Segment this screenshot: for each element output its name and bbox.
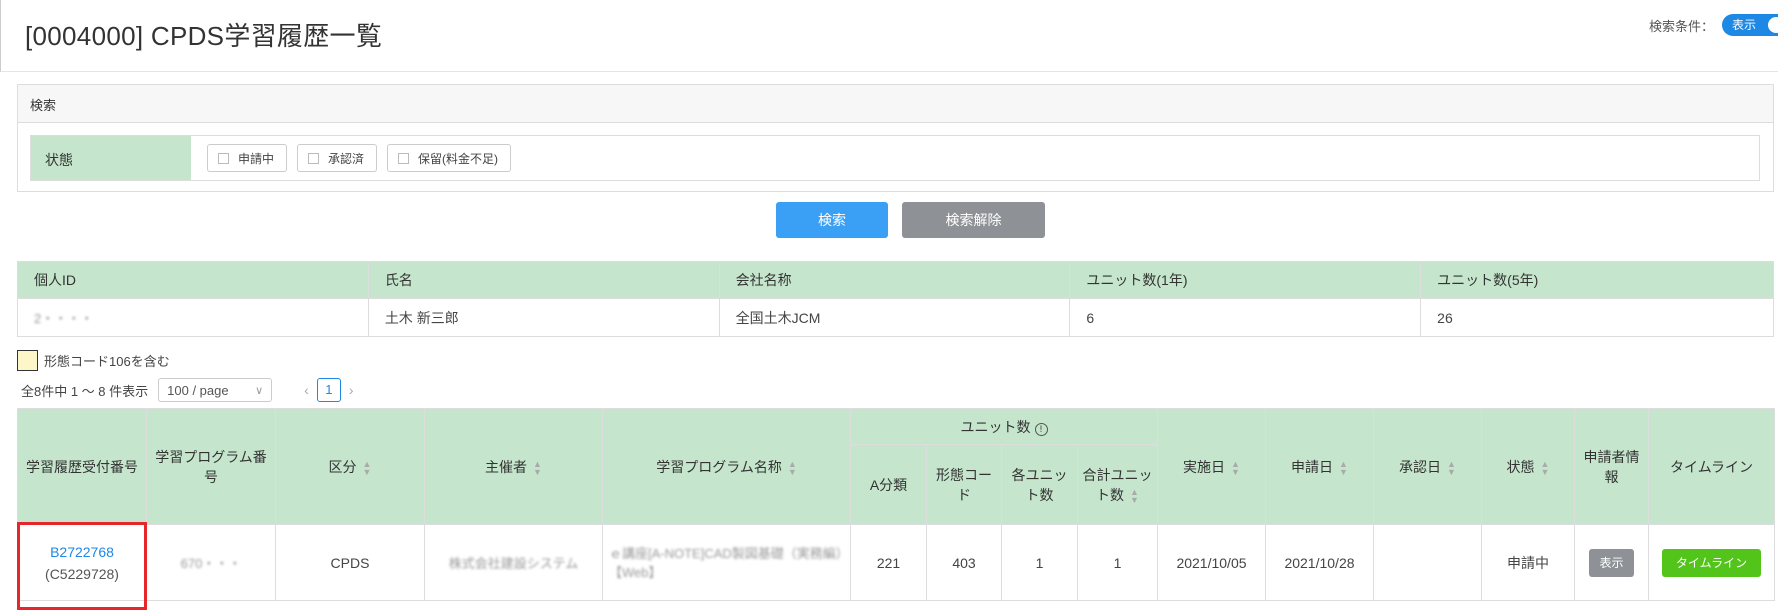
checkbox-applying[interactable]: 申請中 xyxy=(207,144,288,172)
legend: 形態コード106を含む xyxy=(17,350,170,371)
checkbox-box[interactable] xyxy=(398,152,410,164)
cell-program-no: 670・・・ xyxy=(146,524,276,601)
col-applicant-info: 申請者情報 xyxy=(1574,408,1649,525)
sort-icon: ▲ ▼ xyxy=(787,458,797,477)
result-summary: 全8件中 1 ～ 8 件表示 xyxy=(21,383,149,399)
search-condition-label: 検索条件： xyxy=(1648,18,1714,34)
checkbox-label: 保留(料金不足) xyxy=(418,151,499,166)
toggle-label: 表示 xyxy=(1732,18,1757,32)
search-panel-title: 検索 xyxy=(18,85,1773,123)
sort-icon: ▲ ▼ xyxy=(1540,458,1550,477)
cell-timeline: タイムライン xyxy=(1648,524,1775,601)
page-button-current[interactable]: 1 xyxy=(316,378,341,402)
page-nav: ‹ 1 › xyxy=(304,378,353,402)
show-button[interactable]: 表示 xyxy=(1589,548,1634,577)
checkbox-on-hold[interactable]: 保留(料金不足) xyxy=(387,144,512,172)
checkbox-box[interactable] xyxy=(308,152,320,164)
cell-category: CPDS xyxy=(275,524,425,601)
col-a-class: A分類 xyxy=(850,444,927,525)
units-1y-value: 6 xyxy=(1069,298,1422,337)
col-receipt-no: 学習履歴受付番号 xyxy=(17,408,147,525)
company-value: 全国土木JCM xyxy=(718,298,1071,337)
cell-date-applied: 2021/10/28 xyxy=(1265,524,1374,601)
sort-icon: ▲ ▼ xyxy=(1231,458,1240,477)
next-page-icon[interactable]: › xyxy=(349,382,354,398)
col-date-held[interactable]: 実施日 ▲ ▼ xyxy=(1157,408,1266,525)
status-filter-row: 状態 申請中 承認済 保留(料金不足) xyxy=(30,135,1760,181)
col-total-units[interactable]: 合計ユニット数 ▲ ▼ xyxy=(1077,444,1158,525)
cell-organizer: 株式会社建設システム xyxy=(424,524,603,601)
legend-text: 形態コード106を含む xyxy=(44,354,170,369)
col-category[interactable]: 区分 ▲ ▼ xyxy=(275,408,425,525)
col-status[interactable]: 状態 ▲ ▼ xyxy=(1481,408,1575,525)
page-title: [0004000] CPDS学習履歴一覧 xyxy=(25,21,383,51)
col-each-units: 各ユニット数 xyxy=(1001,444,1078,525)
search-button[interactable]: 検索 xyxy=(776,202,888,238)
sort-icon: ▲ ▼ xyxy=(1339,458,1348,477)
status-filter-label: 状態 xyxy=(31,136,191,180)
col-date-applied[interactable]: 申請日 ▲ ▼ xyxy=(1265,408,1374,525)
highlight-box xyxy=(17,522,147,610)
cell-total-units: 1 xyxy=(1077,524,1158,601)
person-id-value: 2・・・・ xyxy=(17,298,369,337)
person-info-table: 個人ID 氏名 会社名称 ユニット数(1年) ユニット数(5年) 2・・・・ 土… xyxy=(17,261,1774,337)
cell-program-name: ｅ講座[A-NOTE]CAD製図基礎（実務編）【Web】 xyxy=(602,524,851,601)
program-no-link[interactable]: 670・・・ xyxy=(181,556,242,571)
col-form-code: 形態コード xyxy=(926,444,1002,525)
search-condition-toggle-group: 検索条件： 表示 xyxy=(1649,14,1778,36)
header-units-1y: ユニット数(1年) xyxy=(1069,261,1422,299)
status-checkbox-group: 申請中 承認済 保留(料金不足) xyxy=(191,136,512,180)
header-person-id: 個人ID xyxy=(17,261,369,299)
col-timeline: タイムライン xyxy=(1648,408,1775,525)
learning-history-table: 学習履歴受付番号 学習プログラム番号 区分 ▲ ▼ 主催者 ▲ ▼ 学習プログラム名称 ▲… xyxy=(17,408,1775,601)
cell-a-class: 221 xyxy=(850,524,927,601)
header-name: 氏名 xyxy=(367,261,720,299)
cell-applicant-info: 表示 xyxy=(1574,524,1649,601)
cell-form-code: 403 xyxy=(926,524,1002,601)
table-row: B2722768 (C5229728) 670・・・ CPDS 株式会社建設シス… xyxy=(17,524,1775,601)
checkbox-box[interactable] xyxy=(218,152,229,164)
page-size-value: 100 / page xyxy=(167,382,229,398)
checkbox-approved[interactable]: 承認済 xyxy=(297,144,378,172)
col-date-approved[interactable]: 承認日 ▲ ▼ xyxy=(1373,408,1482,525)
clear-search-button[interactable]: 検索解除 xyxy=(902,202,1045,238)
cell-date-held: 2021/10/05 xyxy=(1157,524,1266,601)
col-program-no: 学習プログラム番号 xyxy=(146,408,276,525)
sort-icon: ▲ ▼ xyxy=(533,458,542,477)
pagination-bar: 全8件中 1 ～ 8 件表示 100 / page ∨ ‹ 1 › xyxy=(21,378,353,402)
search-panel: 検索 状態 申請中 承認済 保留(料金不足) xyxy=(17,84,1774,192)
info-icon: ! xyxy=(1034,422,1048,436)
top-bar: [0004000] CPDS学習履歴一覧 検索条件： 表示 xyxy=(0,0,1778,72)
prev-page-icon[interactable]: ‹ xyxy=(304,382,309,398)
cell-status: 申請中 xyxy=(1481,524,1575,601)
col-units-group: ユニット数! xyxy=(850,408,1158,445)
header-company: 会社名称 xyxy=(718,261,1071,299)
col-program-name[interactable]: 学習プログラム名称 ▲ ▼ xyxy=(602,408,851,525)
col-organizer[interactable]: 主催者 ▲ ▼ xyxy=(424,408,603,525)
cell-date-approved xyxy=(1373,524,1482,601)
sort-icon: ▲ ▼ xyxy=(362,458,372,477)
units-5y-value: 26 xyxy=(1420,298,1774,337)
name-value: 土木 新三郎 xyxy=(367,298,720,337)
search-condition-toggle[interactable]: 表示 xyxy=(1722,14,1778,36)
checkbox-label: 申請中 xyxy=(238,151,275,166)
cell-each-units: 1 xyxy=(1001,524,1078,601)
page-size-select[interactable]: 100 / page ∨ xyxy=(158,378,273,402)
checkbox-label: 承認済 xyxy=(328,151,365,166)
sort-icon: ▲ ▼ xyxy=(1447,458,1456,477)
legend-swatch xyxy=(17,350,38,371)
toggle-knob xyxy=(1768,17,1778,33)
timeline-button[interactable]: タイムライン xyxy=(1661,548,1762,577)
header-units-5y: ユニット数(5年) xyxy=(1420,261,1774,299)
sort-icon: ▲ ▼ xyxy=(1130,486,1139,505)
chevron-down-icon: ∨ xyxy=(255,384,264,397)
